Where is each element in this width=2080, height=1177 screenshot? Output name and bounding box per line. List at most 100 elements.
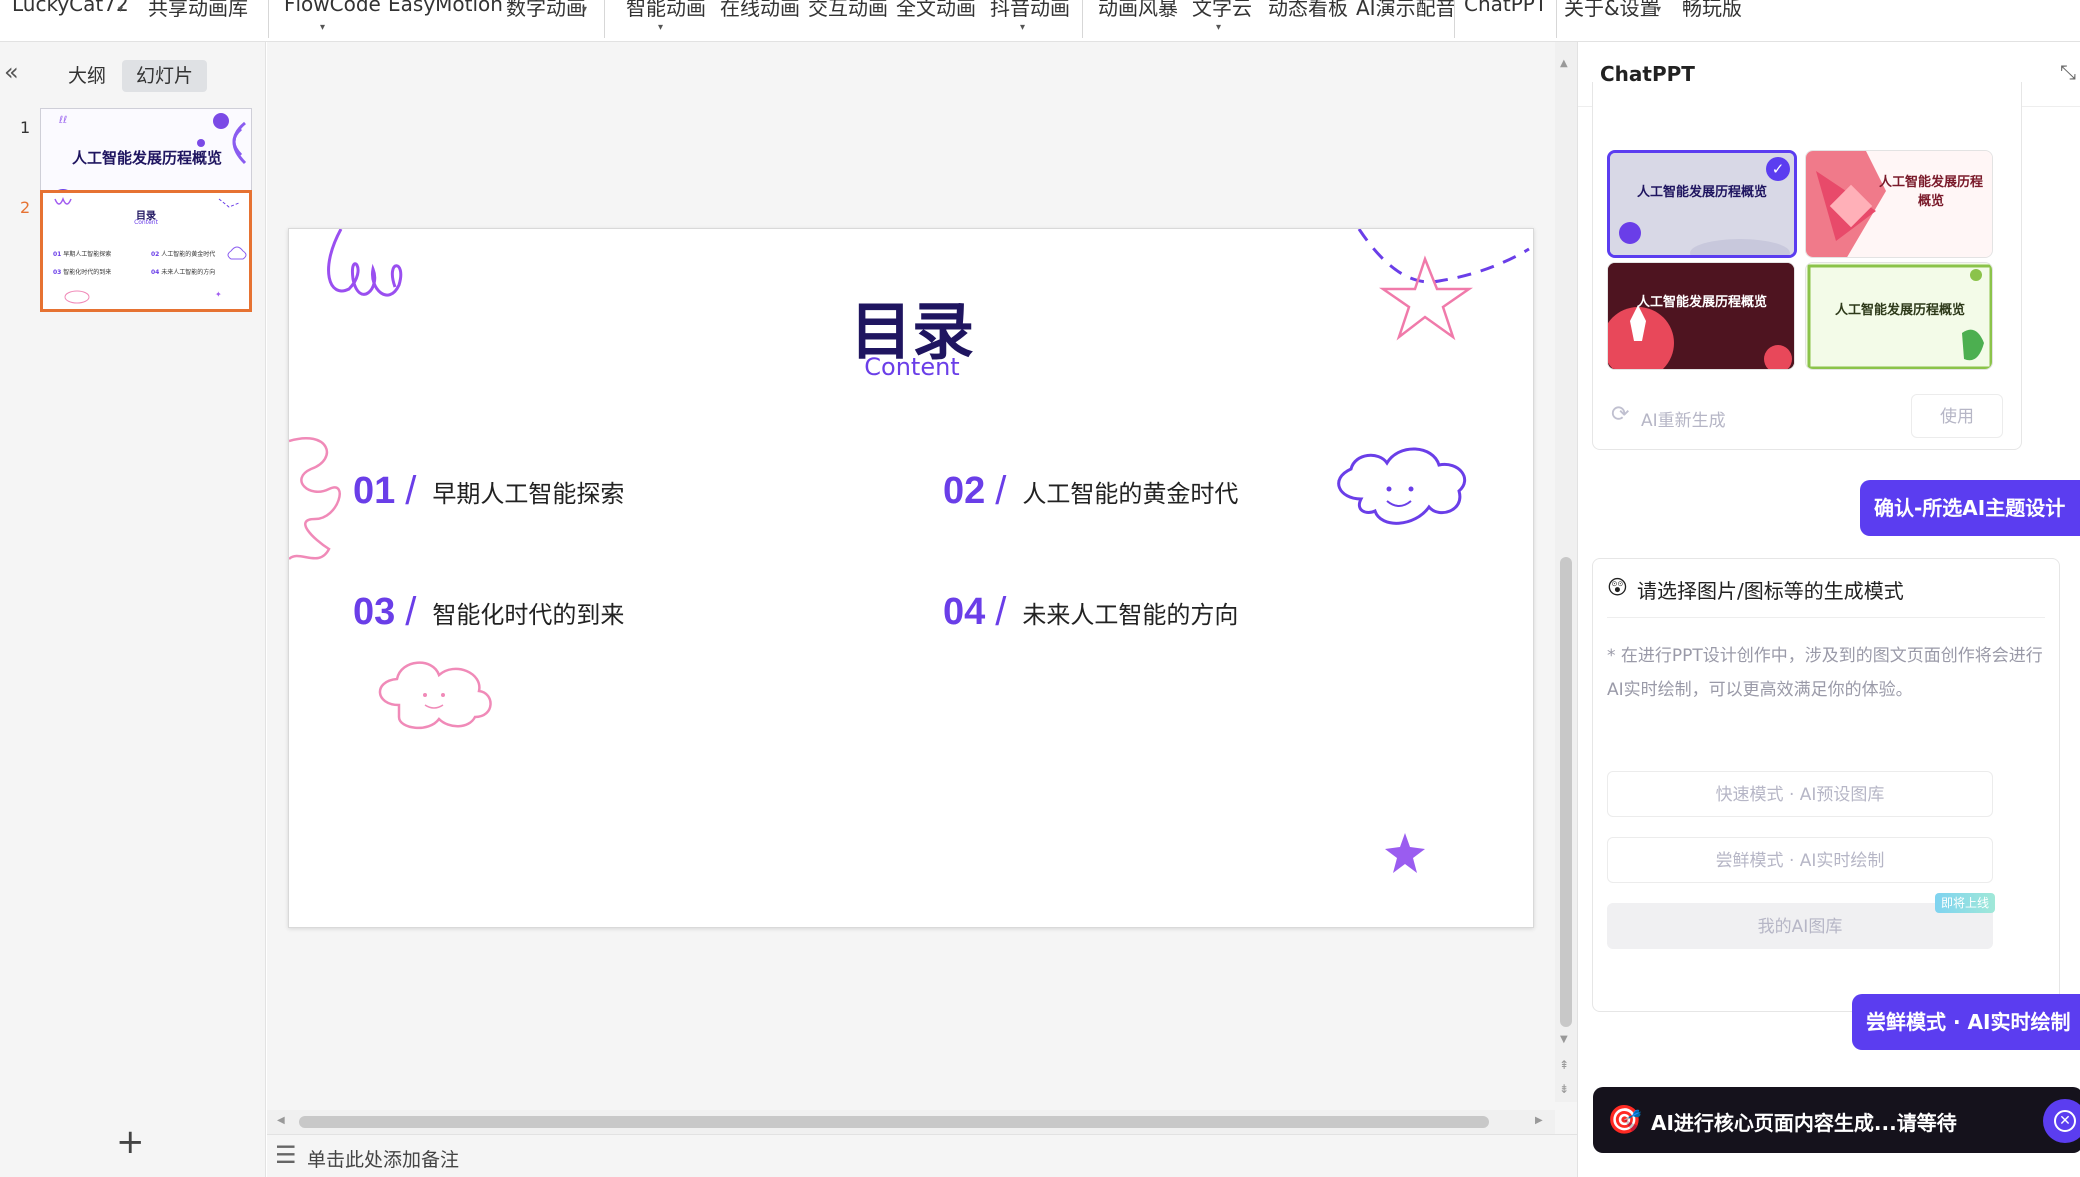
scroll-up-arrow-icon[interactable]: ▲ [1560,58,1568,69]
notes-bar[interactable]: ☰ 单击此处添加备注 [267,1134,1577,1177]
tb-smart-animation[interactable]: 智能动画 [626,0,706,21]
fast-mode-button[interactable]: 快速模式 · AI预设图库 [1607,771,1993,817]
vertical-scrollbar[interactable]: ▲ ▼ ⇞ ⇟ [1555,42,1577,1102]
toolbar-divider [1556,0,1557,38]
toc-item-4[interactable]: 04 / 未来人工智能的方向 [943,590,1238,635]
theme-option-4[interactable]: 人工智能发展历程概览 [1805,262,1993,370]
chevron-down-icon[interactable]: ▾ [1216,22,1221,33]
toc-number: 03 [353,591,396,633]
ai-regenerate-button[interactable]: AI重新生成 [1641,406,1726,431]
slides-panel: « 大纲 幻灯片 1 ℓℓ 人工智能发展历程概览 2 ✦ 目录 Content … [0,42,266,1177]
toc-slash: / [405,590,417,634]
svg-text:ℓℓ: ℓℓ [59,115,67,126]
scroll-down-arrow-icon[interactable]: ▼ [1560,1034,1568,1045]
theme-title: 人工智能发展历程概览 [1636,295,1767,310]
tb-shared-animation-lib[interactable]: 共享动画库 [148,0,248,21]
tb-chatppt[interactable]: ChatPPT [1464,0,1547,16]
notes-icon: ☰ [275,1141,297,1169]
toc-number: 04 [943,591,986,633]
toc-text: 早期人工智能探索 [432,480,625,508]
toc-item-3[interactable]: 03 / 智能化时代的到来 [353,590,624,635]
chatppt-panel: ChatPPT ⤡ 人工智能发展历程概览 ✓ 人工智能发展历程概览 人工智能发展… [1577,42,2080,1177]
toc-text: 人工智能的黄金时代 [1022,480,1239,508]
astonished-emoji-icon: 😲 [1607,575,1628,599]
tb-online-animation[interactable]: 在线动画 [720,0,800,21]
tb-flowcode[interactable]: FlowCode [284,0,381,16]
coming-soon-badge: 即将上线 [1935,893,1996,913]
thumbnail-item: 02 人工智能的黄金时代 [151,251,216,258]
horizontal-scrollbar[interactable]: ◀ ▶ [267,1110,1555,1134]
scroll-thumb[interactable] [1560,557,1572,1027]
prev-slide-icon[interactable]: ⇞ [1559,1058,1569,1072]
thumbnail-subtitle: Content [134,219,158,226]
notes-placeholder[interactable]: 单击此处添加备注 [307,1145,459,1172]
close-button[interactable]: ✕ [2043,1099,2080,1143]
slide-thumbnail-2[interactable]: ✦ 目录 Content 01 早期人工智能探索 02 人工智能的黄金时代 03… [40,190,252,312]
use-theme-button[interactable]: 使用 [1911,394,2003,438]
toc-item-1[interactable]: 01 / 早期人工智能探索 [353,469,624,514]
chevron-down-icon[interactable]: ▾ [582,4,587,15]
chevron-down-icon[interactable]: ▾ [1020,22,1025,33]
chevron-down-icon[interactable]: ▾ [320,22,325,33]
theme-selection-card: 人工智能发展历程概览 ✓ 人工智能发展历程概览 人工智能发展历程概览 人工智能发… [1592,82,2022,450]
toc-text: 未来人工智能的方向 [1022,601,1239,629]
target-icon: 🎯 [1607,1103,1642,1136]
realtime-mode-button[interactable]: 尝鲜模式 · AI实时绘制 [1607,837,1993,883]
tb-dynamic-dashboard[interactable]: 动态看板 [1268,0,1348,21]
pink-swirl-decoration [289,436,341,561]
selected-mode-message: 尝鲜模式 · AI实时绘制 [1852,994,2080,1050]
chevron-down-icon[interactable]: ▾ [1656,4,1661,15]
theme-option-1[interactable]: 人工智能发展历程概览 ✓ [1607,150,1797,258]
scroll-right-arrow-icon[interactable]: ▶ [1535,1115,1543,1126]
tb-fulltext-animation[interactable]: 全文动画 [896,0,976,21]
toc-text: 智能化时代的到来 [432,601,625,629]
confirm-theme-message: 确认-所选AI主题设计 [1860,480,2080,536]
toc-slash: / [995,590,1007,634]
generation-mode-card: 😲 请选择图片/图标等的生成模式 * 在进行PPT设计创作中，涉及到的图文页面创… [1592,558,2060,1012]
tb-free-edition[interactable]: 畅玩版 [1682,0,1742,21]
ribbon-toolbar: LuckyCat72 ▾ 共享动画库 FlowCode ▾ EasyMotion… [0,0,2080,42]
tb-animation-storm[interactable]: 动画风暴 [1098,0,1178,21]
theme-title: 人工智能发展历程概览 [1834,303,1965,318]
next-slide-icon[interactable]: ⇟ [1559,1082,1569,1096]
add-slide-icon[interactable]: + [116,1122,145,1162]
cloud-face-decoration [1337,447,1467,525]
toc-number: 01 [353,470,396,512]
slide-subtitle[interactable]: Content [289,353,1533,381]
tb-word-cloud[interactable]: 文字云 [1192,0,1252,21]
toc-slash: / [405,469,417,513]
tb-douyin-animation[interactable]: 抖音动画 [990,0,1070,21]
theme-option-3[interactable]: 人工智能发展历程概览 [1607,262,1795,370]
tab-outline[interactable]: 大纲 [54,60,120,92]
slide-canvas[interactable]: 目录 Content 01 / 早期人工智能探索 02 / 人工智能的黄金时代 … [288,228,1534,928]
thumbnail-item: 04 未来人工智能的方向 [151,269,216,276]
thumbnail-item: 01 早期人工智能探索 [53,251,112,258]
divider [1607,617,2045,618]
chevron-down-icon[interactable]: ▾ [658,22,663,33]
chevron-down-icon[interactable]: ▾ [118,4,123,15]
minimize-panel-icon[interactable]: ⤡ [2060,60,2076,84]
slide-number: 2 [20,198,31,217]
theme-option-2[interactable]: 人工智能发展历程概览 [1805,150,1993,258]
scroll-left-arrow-icon[interactable]: ◀ [277,1115,285,1126]
theme-art [1608,263,1794,369]
toolbar-divider [1454,0,1455,38]
regenerate-icon[interactable]: ⟳ [1611,402,1629,427]
tb-digital-animation[interactable]: 数字动画 [506,0,586,21]
thumbnail-item: 03 智能化时代的到来 [53,269,112,276]
tb-about-settings[interactable]: 关于&设置 [1564,0,1660,21]
collapse-panel-icon[interactable]: « [4,58,19,86]
scroll-thumb[interactable] [299,1116,1489,1128]
thumbnail-title: 人工智能发展历程概览 [71,149,222,167]
dashed-line-decoration [1357,229,1530,284]
check-icon: ✓ [1766,157,1790,181]
theme-title: 人工智能发展历程概览 [1636,185,1767,200]
toc-number: 02 [943,470,986,512]
tb-luckycat[interactable]: LuckyCat72 [12,0,129,16]
toc-item-2[interactable]: 02 / 人工智能的黄金时代 [943,469,1238,514]
tab-slides[interactable]: 幻灯片 [122,60,208,92]
svg-text:✦: ✦ [215,290,222,299]
tb-ai-voiceover[interactable]: AI演示配音 [1356,0,1456,21]
tb-easymotion[interactable]: EasyMotion [388,0,503,16]
tb-interactive-animation[interactable]: 交互动画 [808,0,888,21]
